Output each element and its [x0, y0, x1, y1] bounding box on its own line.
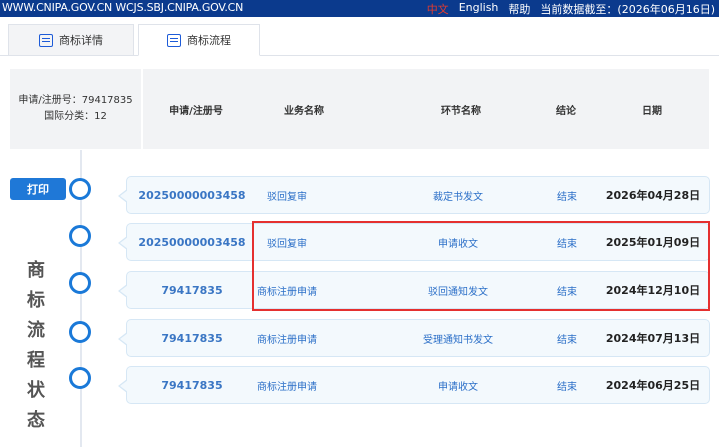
international-class: 国际分类：12	[44, 111, 107, 122]
tab-label: 商标详情	[59, 34, 103, 47]
step-name: 申请收文	[438, 381, 478, 393]
column-header-number: 申请/注册号	[169, 105, 223, 117]
business-name: 商标注册申请	[257, 334, 317, 346]
lang-english-link[interactable]: English	[459, 1, 499, 17]
list-icon	[167, 33, 181, 47]
column-header-date: 日期	[642, 105, 662, 117]
help-link[interactable]: 帮助	[508, 1, 530, 17]
process-row: 20250000003458 驳回复审 裁定书发文 结束 2026年04月28日	[118, 176, 710, 214]
application-number[interactable]: 79417835	[127, 272, 257, 308]
lang-chinese-link[interactable]: 中文	[427, 1, 449, 17]
tab-trademark-process[interactable]: 商标流程	[138, 24, 260, 56]
highlight-box	[252, 221, 710, 311]
tab-bar: 商标详情 商标流程	[0, 24, 719, 56]
timeline-dot	[69, 225, 91, 247]
data-date: 当前数据截至：(2026年06月16日)	[540, 3, 715, 16]
registration-number: 申请/注册号：79417835	[18, 95, 133, 106]
tab-trademark-details[interactable]: 商标详情	[8, 24, 134, 55]
table-header: 申请/注册号：79417835 国际分类：12 申请/注册号 业务名称 环节名称…	[10, 69, 709, 149]
print-button[interactable]: 打印	[10, 178, 66, 200]
process-row: 79417835 商标注册申请 申请收文 结束 2024年06月25日	[118, 366, 710, 404]
timeline-dot	[69, 321, 91, 343]
tab-label: 商标流程	[187, 34, 231, 47]
process-row: 79417835 商标注册申请 受理通知书发文 结束 2024年07月13日	[118, 319, 710, 357]
application-number[interactable]: 20250000003458	[127, 177, 257, 213]
column-header-step: 环节名称	[441, 105, 481, 117]
application-number[interactable]: 79417835	[127, 367, 257, 403]
date: 2026年04月28日	[605, 189, 701, 202]
business-name: 商标注册申请	[257, 381, 317, 393]
application-number[interactable]: 20250000003458	[127, 224, 257, 260]
process-status-title: 商 标 流 程 状 态	[27, 260, 45, 431]
timeline-dot	[69, 178, 91, 200]
date: 2024年07月13日	[605, 332, 701, 345]
top-bar: WWW.CNIPA.GOV.CN WCJS.SBJ.CNIPA.GOV.CN 中…	[0, 0, 719, 17]
column-header-business: 业务名称	[284, 105, 324, 117]
site-url: WWW.CNIPA.GOV.CN WCJS.SBJ.CNIPA.GOV.CN	[2, 1, 244, 14]
timeline-dot	[69, 272, 91, 294]
step-name: 受理通知书发文	[423, 334, 493, 346]
step-name: 裁定书发文	[433, 191, 483, 203]
timeline-dot	[69, 367, 91, 389]
trademark-info: 申请/注册号：79417835 国际分类：12	[10, 69, 141, 149]
document-icon	[39, 33, 53, 47]
business-name: 驳回复审	[267, 191, 307, 203]
application-number[interactable]: 79417835	[127, 320, 257, 356]
date: 2024年06月25日	[605, 379, 701, 392]
